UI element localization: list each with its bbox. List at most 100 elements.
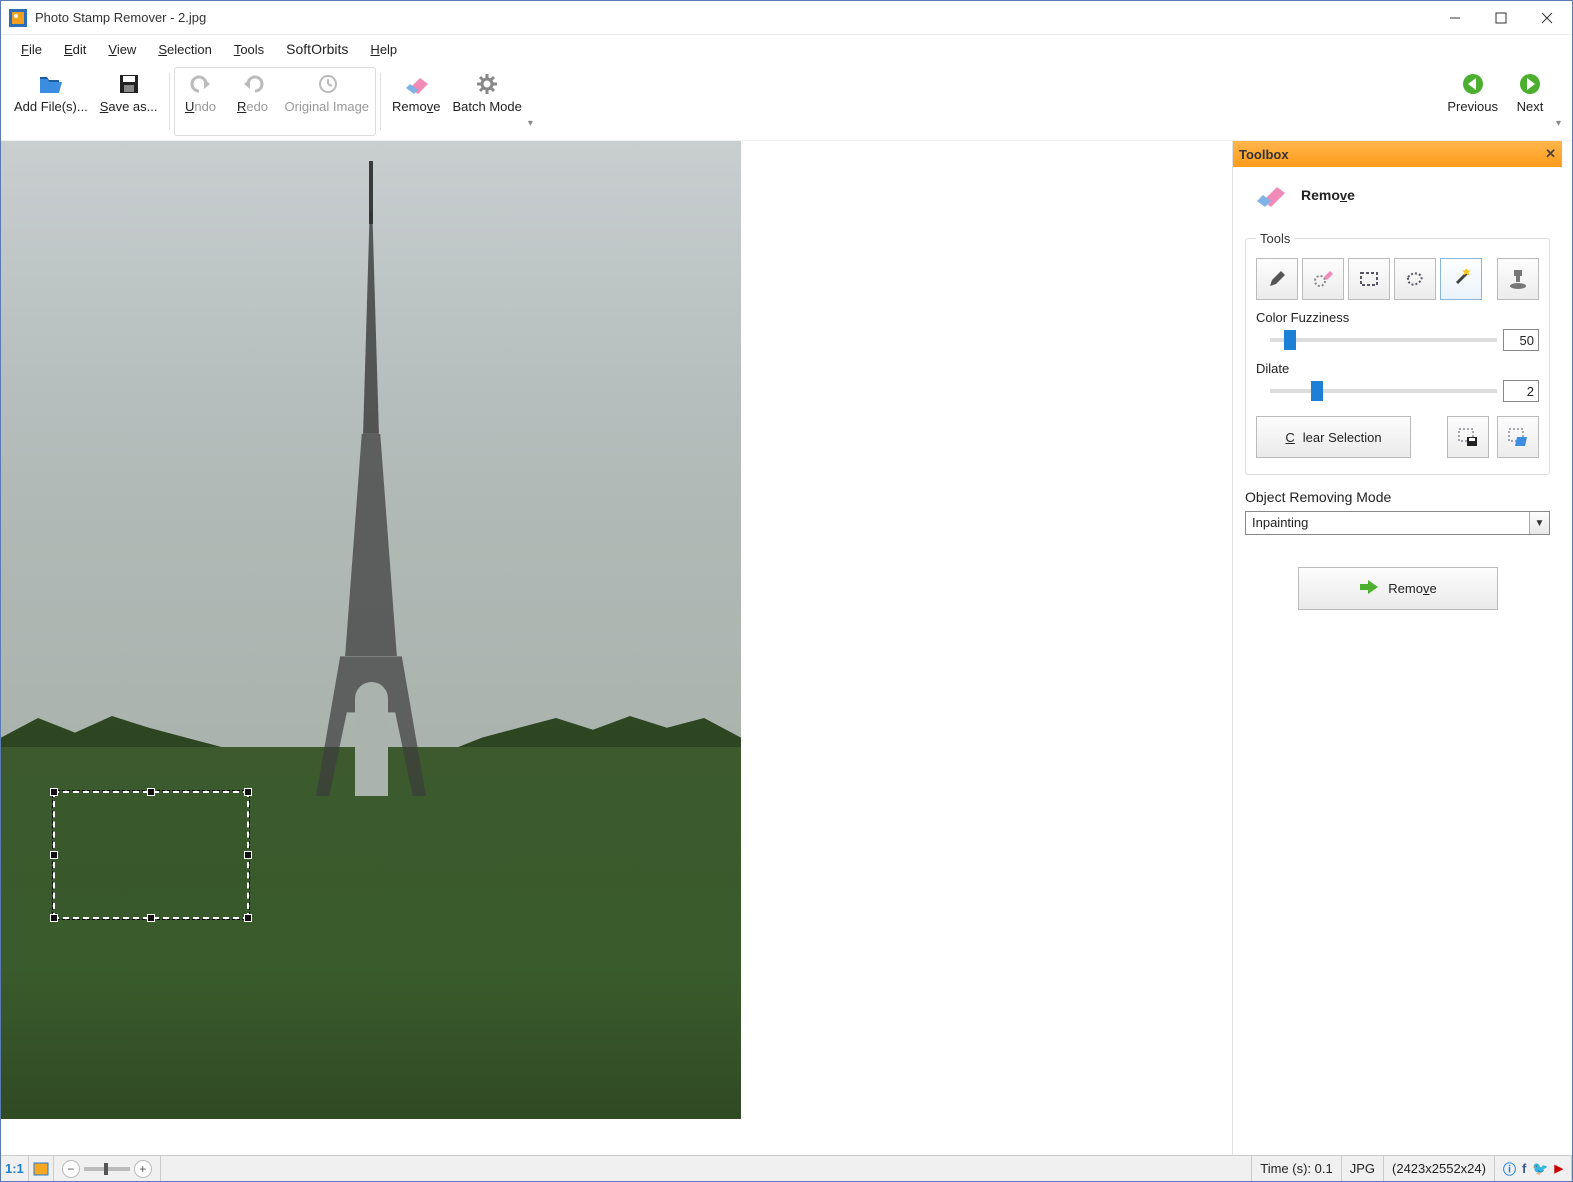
toolbar-remove-button[interactable]: Remove: [386, 68, 446, 135]
menu-help-label: elp: [380, 42, 397, 57]
window-maximize-button[interactable]: [1478, 3, 1524, 33]
toolbar-undo-button[interactable]: Undo: [175, 68, 227, 135]
toolbar-next-button[interactable]: Next: [1504, 68, 1556, 135]
menu-file[interactable]: File: [11, 37, 52, 61]
tools-legend: Tools: [1256, 231, 1294, 246]
toolbar-save-as-label: Save as...: [100, 100, 158, 114]
toolbar-batch-mode-button[interactable]: Batch Mode: [446, 68, 527, 135]
object-removing-mode-label: Object Removing Mode: [1245, 489, 1391, 505]
menu-view[interactable]: View: [98, 37, 146, 61]
zoom-actual-button[interactable]: 1:1: [1, 1156, 29, 1181]
toolbox-panel: Toolbox ✕ Remove Tools: [1232, 141, 1562, 1155]
zoom-in-button[interactable]: +: [134, 1160, 152, 1178]
toolbar-original-image-button[interactable]: Original Image: [279, 68, 376, 135]
tool-rectangle-select-button[interactable]: [1348, 258, 1390, 300]
menu-edit[interactable]: Edit: [54, 37, 96, 61]
save-selection-button[interactable]: [1447, 416, 1489, 458]
menu-selection[interactable]: Selection: [148, 37, 221, 61]
eraser-icon: [1253, 181, 1287, 209]
remove-action-label: Remove: [1388, 581, 1436, 596]
dilate-slider[interactable]: [1270, 389, 1497, 393]
twitter-icon[interactable]: 🐦: [1532, 1161, 1548, 1177]
undo-icon: [189, 72, 213, 96]
tool-lasso-button[interactable]: [1394, 258, 1436, 300]
folder-open-icon: [39, 72, 63, 96]
toolbar-undo-label: Undo: [185, 100, 216, 114]
selection-handle[interactable]: [244, 914, 252, 922]
toolbar-next-label: Next: [1517, 100, 1544, 114]
tool-erase-brush-button[interactable]: [1302, 258, 1344, 300]
youtube-icon[interactable]: ▶: [1555, 1162, 1563, 1175]
eraser-icon: [404, 72, 428, 96]
load-selection-button[interactable]: [1497, 416, 1539, 458]
menu-file-label: ile: [29, 42, 42, 57]
menu-help[interactable]: Help: [360, 37, 407, 61]
zoom-slider[interactable]: [84, 1167, 130, 1171]
selection-marquee[interactable]: [53, 791, 249, 919]
facebook-icon[interactable]: f: [1522, 1161, 1526, 1176]
color-fuzziness-slider[interactable]: [1270, 338, 1497, 342]
dilate-label: Dilate: [1256, 361, 1539, 376]
toolbar-redo-button[interactable]: Redo: [227, 68, 279, 135]
gear-icon: [475, 72, 499, 96]
selection-handle[interactable]: [50, 914, 58, 922]
toolbar-previous-button[interactable]: Previous: [1441, 68, 1504, 135]
loaded-image: [1, 141, 741, 1119]
toolbox-header[interactable]: Toolbox ✕: [1233, 141, 1562, 167]
window-close-button[interactable]: [1524, 3, 1570, 33]
redo-icon: [241, 72, 265, 96]
status-spacer: [161, 1156, 1252, 1181]
color-fuzziness-label: Color Fuzziness: [1256, 310, 1539, 325]
status-format: JPG: [1342, 1156, 1384, 1181]
menu-bar: File Edit View Selection Tools SoftOrbit…: [1, 35, 1572, 63]
toolbar-batch-label: Batch Mode: [452, 100, 521, 114]
selection-handle[interactable]: [147, 914, 155, 922]
window-titlebar: Photo Stamp Remover - 2.jpg: [1, 1, 1572, 35]
menu-edit-label: dit: [73, 42, 87, 57]
toolbar-redo-label: Redo: [237, 100, 268, 114]
object-removing-mode-value: Inpainting: [1246, 512, 1529, 534]
social-links: ⓘ f 🐦 ▶: [1495, 1156, 1572, 1181]
window-minimize-button[interactable]: [1432, 3, 1478, 33]
toolbar-add-files-button[interactable]: Add File(s)...: [8, 68, 94, 135]
toolbox-remove-header: Remove: [1301, 187, 1355, 203]
arrow-right-icon: [1358, 578, 1380, 599]
arrow-left-circle-icon: [1461, 72, 1485, 96]
selection-handle[interactable]: [244, 788, 252, 796]
dropdown-arrow-icon[interactable]: ▾: [528, 118, 537, 135]
window-title: Photo Stamp Remover - 2.jpg: [35, 10, 1432, 25]
main-toolbar: Add File(s)... Save as... Undo Redo Orig…: [1, 63, 1572, 141]
info-icon[interactable]: ⓘ: [1503, 1159, 1516, 1178]
color-fuzziness-value[interactable]: [1503, 329, 1539, 351]
fit-to-window-button[interactable]: [29, 1156, 54, 1181]
toolbox-title: Toolbox: [1239, 147, 1289, 162]
toolbar-separator: [169, 73, 170, 130]
menu-softorbits[interactable]: SoftOrbits: [276, 37, 358, 61]
floppy-disk-icon: [117, 72, 141, 96]
selection-handle[interactable]: [147, 788, 155, 796]
arrow-right-circle-icon: [1518, 72, 1542, 96]
dilate-value[interactable]: [1503, 380, 1539, 402]
object-removing-mode-select[interactable]: Inpainting ▼: [1245, 511, 1550, 535]
tool-clone-stamp-button[interactable]: [1497, 258, 1539, 300]
selection-handle[interactable]: [50, 851, 58, 859]
menu-tools-label: ools: [240, 42, 264, 57]
toolbar-separator: [380, 73, 381, 130]
remove-action-button[interactable]: Remove: [1298, 567, 1498, 610]
tool-pencil-button[interactable]: [1256, 258, 1298, 300]
status-dimensions: (2423x2552x24): [1384, 1156, 1495, 1181]
status-bar: 1:1 − + Time (s): 0.1 JPG (2423x2552x24)…: [1, 1155, 1572, 1181]
toolbox-close-button[interactable]: ✕: [1545, 146, 1556, 162]
selection-handle[interactable]: [244, 851, 252, 859]
zoom-out-button[interactable]: −: [62, 1160, 80, 1178]
toolbar-remove-label: Remove: [392, 100, 440, 114]
menu-tools[interactable]: Tools: [224, 37, 274, 61]
toolbar-save-as-button[interactable]: Save as...: [94, 68, 164, 135]
selection-handle[interactable]: [50, 788, 58, 796]
app-icon: [9, 9, 27, 27]
clear-selection-button[interactable]: Clear Selection: [1256, 416, 1411, 458]
tool-magic-wand-button[interactable]: [1440, 258, 1482, 300]
dropdown-arrow-icon[interactable]: ▾: [1556, 118, 1565, 135]
clock-revert-icon: [315, 72, 339, 96]
toolbar-add-files-label: Add File(s)...: [14, 100, 88, 114]
